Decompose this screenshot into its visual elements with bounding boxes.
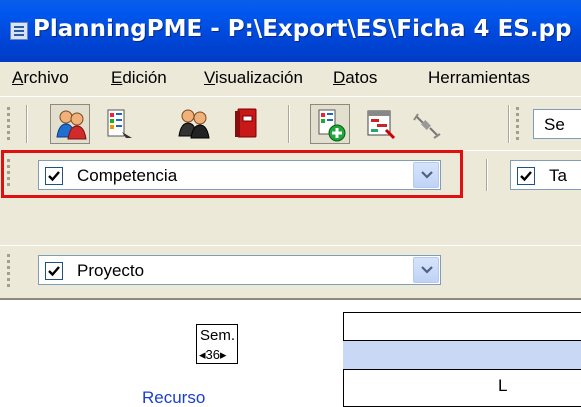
- tarea-checkbox[interactable]: [517, 167, 535, 185]
- day-header: L: [498, 376, 508, 395]
- toolbar-separator: [508, 105, 510, 143]
- add-task-icon[interactable]: [310, 104, 350, 144]
- menu-herramientas[interactable]: Herramientas: [428, 68, 530, 88]
- link-icon[interactable]: [406, 104, 446, 144]
- menu-edicion[interactable]: Edición: [111, 68, 167, 88]
- toolbar-separator: [486, 159, 488, 191]
- calendar-week-band: [343, 340, 581, 370]
- title-bar[interactable]: PlanningPME - P:\Export\ES\Ficha 4 ES.pp: [0, 0, 581, 62]
- tarea-filter[interactable]: Ta: [510, 160, 581, 190]
- toolbar-grip[interactable]: [516, 107, 520, 143]
- toolbar-separator: [288, 105, 290, 143]
- icon-toolbar: Se: [0, 96, 581, 150]
- task-report-icon[interactable]: [98, 104, 138, 144]
- proyecto-checkbox[interactable]: [45, 262, 63, 280]
- planning-grid-icon[interactable]: [360, 104, 400, 144]
- binder-icon[interactable]: [226, 104, 266, 144]
- toolbar-grip[interactable]: [7, 107, 11, 143]
- menu-datos[interactable]: Datos: [333, 68, 377, 88]
- menu-bar: Archivo Edición Visualización Datos Herr…: [0, 62, 581, 96]
- search-combo[interactable]: Se: [533, 109, 581, 139]
- week-selector[interactable]: Sem. ◂36▸: [196, 324, 238, 364]
- week-nav[interactable]: ◂36▸: [199, 347, 227, 363]
- window-title: PlanningPME - P:\Export\ES\Ficha 4 ES.pp: [33, 16, 572, 42]
- chevron-down-icon[interactable]: [413, 257, 439, 283]
- app-icon[interactable]: [10, 22, 28, 40]
- recurso-header[interactable]: Recurso: [142, 388, 205, 407]
- toolbar-grip[interactable]: [7, 254, 11, 290]
- search-combo-text: Se: [544, 115, 565, 134]
- highlight-box: [1, 150, 463, 198]
- menu-visualizacion[interactable]: Visualización: [204, 68, 303, 88]
- tarea-label: Ta: [549, 166, 567, 185]
- proyecto-label: Proyecto: [77, 261, 145, 280]
- proyecto-filter[interactable]: Proyecto: [38, 255, 441, 285]
- toolbar-separator: [26, 105, 28, 143]
- resources-icon[interactable]: [50, 104, 90, 144]
- team-icon[interactable]: [174, 104, 214, 144]
- menu-archivo[interactable]: Archivo: [12, 68, 69, 88]
- week-label: Sem.: [200, 327, 236, 344]
- filter-toolbar-2: Proyecto: [0, 245, 581, 298]
